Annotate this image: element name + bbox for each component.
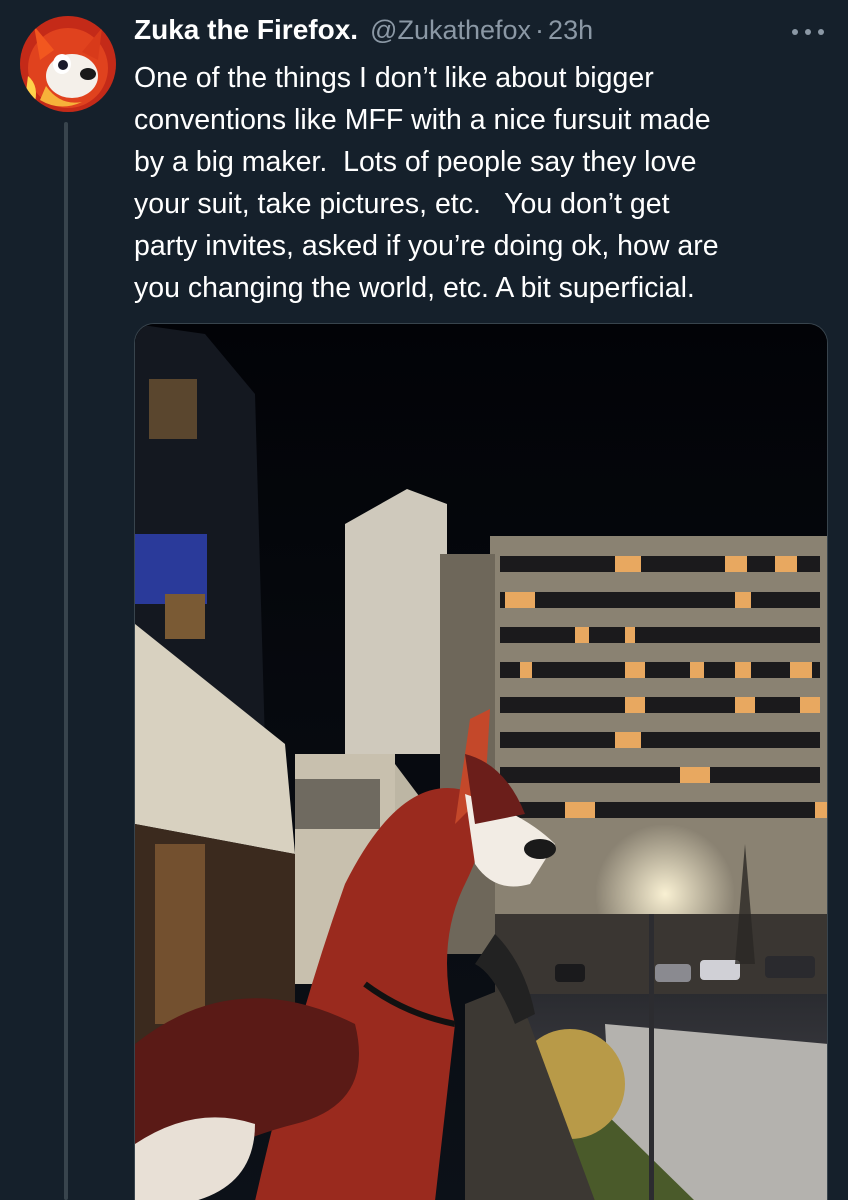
thread-line [64, 122, 68, 1200]
tweet-text: One of the things I don’t like about big… [134, 57, 824, 309]
tweet-text-line: conventions like MFF with a nice fursuit… [134, 104, 711, 136]
tweet-text-line: party invites, asked if you’re doing ok,… [134, 230, 719, 262]
tweet-text-line: One of the things I don’t like about big… [134, 62, 654, 94]
photo-fursuit-night-hotel [135, 324, 827, 1200]
tweet[interactable]: Zuka the Firefox. @Zukathefox · 23h One … [0, 0, 848, 1200]
fox-avatar-icon [20, 16, 116, 112]
tweet-header: Zuka the Firefox. @Zukathefox · 23h [134, 14, 593, 54]
tweet-text-line: your suit, take pictures, etc. You don’t… [134, 188, 670, 220]
author-avatar[interactable] [20, 16, 116, 112]
tweet-timestamp[interactable]: 23h [548, 15, 593, 46]
author-display-name[interactable]: Zuka the Firefox. [134, 14, 358, 46]
tweet-text-line: you changing the world, etc. A bit super… [134, 272, 695, 304]
meta-separator: · [535, 15, 545, 45]
tweet-media-photo[interactable] [134, 323, 828, 1200]
author-handle[interactable]: @Zukathefox [370, 15, 531, 46]
tweet-text-line: by a big maker. Lots of people say they … [134, 146, 697, 178]
more-horizontal-icon[interactable] [792, 24, 824, 40]
